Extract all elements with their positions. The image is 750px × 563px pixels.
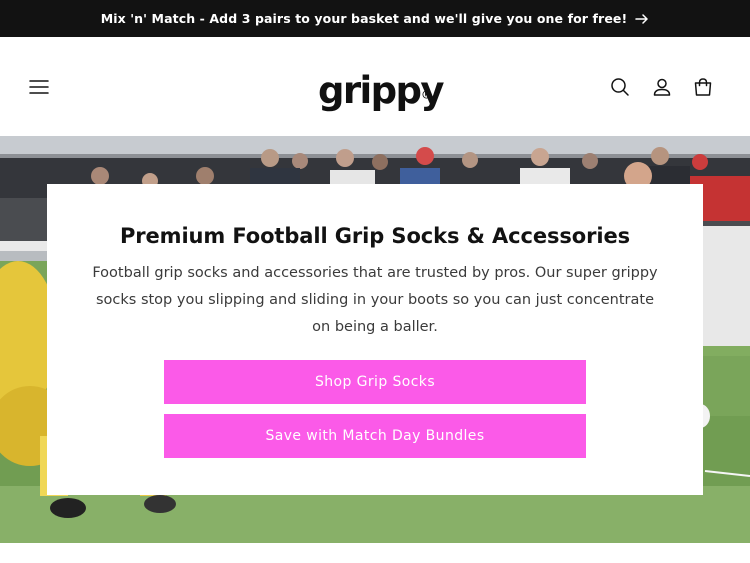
search-icon [611, 78, 629, 96]
registered-mark-icon [422, 90, 431, 99]
hero-content-card: Premium Football Grip Socks & Accessorie… [47, 184, 703, 495]
announcement-text: Mix 'n' Match - Add 3 pairs to your bask… [100, 11, 628, 26]
menu-button[interactable] [27, 75, 51, 99]
hamburger-menu-icon [29, 80, 49, 94]
search-button[interactable] [608, 75, 632, 99]
hero-description: Football grip socks and accessories that… [92, 265, 658, 335]
cart-icon [694, 78, 712, 96]
account-icon [653, 78, 671, 96]
cart-button[interactable] [691, 75, 715, 99]
announcement-bar: Mix 'n' Match - Add 3 pairs to your bask… [0, 0, 750, 37]
page-content-below [0, 543, 750, 563]
announcement-link[interactable]: Mix 'n' Match - Add 3 pairs to your bask… [101, 11, 650, 26]
arrow-right-icon [635, 13, 649, 24]
shop-grip-socks-button[interactable]: Shop Grip Socks [164, 360, 586, 404]
hero-title: Premium Football Grip Socks & Accessorie… [119, 224, 631, 248]
logo[interactable]: grippy [318, 63, 445, 109]
site-header: grippy [0, 37, 750, 136]
match-day-bundles-button[interactable]: Save with Match Day Bundles [164, 414, 586, 458]
account-button[interactable] [650, 75, 674, 99]
